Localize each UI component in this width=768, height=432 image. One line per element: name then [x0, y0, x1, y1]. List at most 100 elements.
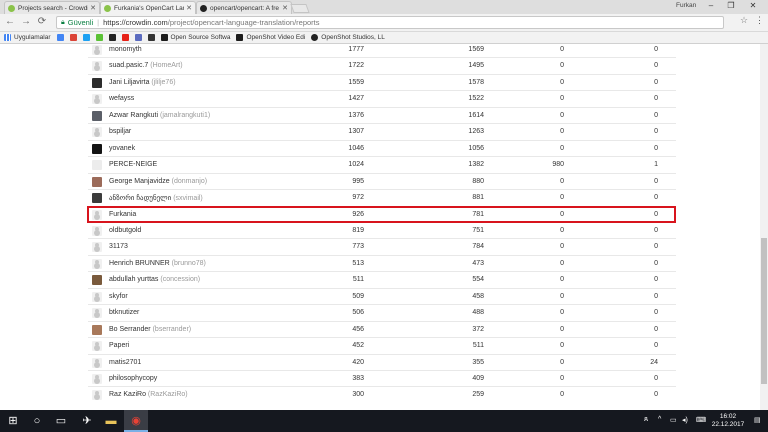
- language-icon[interactable]: ⌨: [696, 416, 706, 424]
- gmail-bookmark-icon[interactable]: [69, 34, 77, 41]
- count-cell-1: 420: [352, 358, 364, 366]
- app-icon[interactable]: ✈: [80, 414, 94, 428]
- lock-icon: 🔒︎: [61, 18, 65, 26]
- youtube-bookmark-icon[interactable]: [121, 34, 129, 41]
- translator-name: Jani Liljavirta (jlilje76): [109, 79, 176, 86]
- browser-tab-furkania-opencart[interactable]: Furkania's OpenCart Lan ✕: [100, 1, 196, 14]
- avatar: [92, 209, 102, 220]
- count-cell-2: 784: [472, 243, 484, 251]
- count-cell-1: 1427: [348, 95, 364, 103]
- table-row: yovanek 1046 1056 0 0: [88, 139, 676, 156]
- profile-name[interactable]: Furkan: [676, 2, 696, 9]
- notifications-icon[interactable]: ▤: [754, 416, 761, 424]
- google-bookmark-icon[interactable]: [56, 34, 64, 41]
- close-tab-icon[interactable]: ✕: [282, 4, 288, 12]
- bookmark-openshot-studios[interactable]: OpenShot Studios, LL: [311, 34, 385, 41]
- minimize-button[interactable]: –: [702, 1, 720, 10]
- browser-menu-icon[interactable]: ⋮: [755, 15, 764, 26]
- github-icon: [311, 34, 319, 41]
- scrollbar-thumb[interactable]: [761, 238, 767, 384]
- chrome-taskbar-button[interactable]: ◉: [124, 410, 148, 432]
- count-cell-3: 0: [560, 259, 564, 267]
- count-cell-3: 0: [560, 309, 564, 317]
- avatar: [92, 242, 102, 253]
- username: (sxvimail): [173, 195, 203, 203]
- report-content: monomyth 1777 1569 0 0 suad.pasic.7 (HomeArt)…: [0, 44, 760, 410]
- display-name: wefayss: [109, 95, 135, 103]
- browser-tab-opencart-github[interactable]: opencart/opencart: A fre ✕: [196, 1, 292, 14]
- table-row: suad.pasic.7 (HomeArt) 1722 1495 0 0: [88, 57, 676, 73]
- openshot-icon: [236, 34, 244, 41]
- url-path: /project/opencart-language-translation/r…: [167, 18, 320, 27]
- count-cell-3: 0: [560, 342, 564, 350]
- bookmark-openshot-video-editor[interactable]: OpenShot Video Edi: [236, 34, 305, 41]
- people-icon[interactable]: ጸ: [644, 416, 648, 424]
- close-tab-icon[interactable]: ✕: [90, 4, 96, 12]
- translator-name: ანზორი ჩადუნელი (sxvimail): [109, 194, 203, 202]
- count-cell-3: 0: [560, 144, 564, 152]
- bookmark-open-source-software[interactable]: Open Source Softwa: [160, 34, 230, 41]
- taskbar-clock[interactable]: 16:02 22.12.2017: [708, 413, 748, 429]
- tray-arrow-icon[interactable]: ^: [658, 416, 661, 423]
- browser-tab-projects-search[interactable]: Projects search - Crowdin ✕: [4, 1, 100, 14]
- address-bar[interactable]: 🔒︎ Güvenli | https://crowdin.com/project…: [56, 16, 724, 29]
- avatar: [92, 61, 102, 72]
- display-name: Henrich BRUNNER: [109, 259, 170, 267]
- forward-arrow-icon[interactable]: →: [20, 16, 32, 28]
- network-icon[interactable]: ▭: [670, 416, 677, 424]
- translator-name: wefayss: [109, 95, 134, 102]
- discord-bookmark-icon[interactable]: [134, 34, 142, 41]
- tab-title: Furkania's OpenCart Lan: [114, 4, 185, 12]
- count-cell-2: 1056: [468, 144, 484, 152]
- restore-button[interactable]: ❐: [722, 1, 740, 10]
- count-cell-4: 0: [654, 194, 658, 202]
- new-tab-button[interactable]: [290, 4, 310, 13]
- count-cell-3: 0: [560, 194, 564, 202]
- count-cell-2: 554: [472, 276, 484, 284]
- display-name: oldbutgold: [109, 226, 142, 234]
- count-cell-3: 0: [560, 210, 564, 218]
- facebook-bookmark-icon[interactable]: [95, 34, 103, 41]
- back-arrow-icon[interactable]: ←: [4, 16, 16, 28]
- bookmark-star-icon[interactable]: ☆: [740, 15, 748, 26]
- count-cell-4: 0: [654, 128, 658, 136]
- table-row: monomyth 1777 1569 0 0: [88, 44, 676, 57]
- file-explorer-icon[interactable]: ▬: [104, 414, 118, 428]
- avatar: [92, 225, 102, 236]
- count-cell-1: 513: [352, 259, 364, 267]
- count-cell-3: 0: [560, 226, 564, 234]
- count-cell-2: 781: [472, 210, 484, 218]
- count-cell-1: 506: [352, 309, 364, 317]
- username: (jlilje76): [151, 78, 176, 86]
- close-tab-icon[interactable]: ✕: [186, 4, 192, 12]
- display-name: Bo Serrander: [109, 325, 151, 333]
- crowdin-favicon-icon: [8, 4, 15, 12]
- task-view-icon[interactable]: ▭: [54, 414, 68, 428]
- avatar: [92, 258, 102, 269]
- count-cell-2: 881: [472, 194, 484, 202]
- search-icon[interactable]: ○: [30, 414, 44, 428]
- translator-name: Henrich BRUNNER (brunno78): [109, 260, 206, 267]
- count-cell-4: 0: [654, 325, 658, 333]
- count-cell-2: 1522: [468, 95, 484, 103]
- github-bookmark-icon[interactable]: [108, 34, 116, 41]
- table-row: Azwar Rangkuti (jamalrangkuti1) 1376 1614 0…: [88, 106, 676, 123]
- apps-bookmark[interactable]: Uygulamalar: [4, 34, 51, 41]
- table-row: philosophycopy 383 409 0 0: [88, 370, 676, 386]
- bookmark-label: OpenShot Video Edi: [246, 34, 306, 41]
- table-row: oldbutgold 819 751 0 0: [88, 221, 676, 238]
- close-window-button[interactable]: ✕: [744, 1, 762, 10]
- dark-bookmark-icon[interactable]: [147, 34, 155, 41]
- count-cell-1: 995: [352, 177, 364, 185]
- count-cell-3: 0: [560, 391, 564, 399]
- count-cell-2: 1578: [468, 78, 484, 86]
- volume-icon[interactable]: ◂): [682, 416, 688, 424]
- avatar: [92, 45, 102, 55]
- avatar: [92, 176, 102, 187]
- table-row: Henrich BRUNNER (brunno78) 513 473 0 0: [88, 254, 676, 271]
- windows-start-icon[interactable]: ⊞: [6, 414, 20, 428]
- display-name: Paperi: [109, 342, 130, 350]
- reload-icon[interactable]: ⟳: [36, 16, 48, 28]
- avatar: [92, 110, 102, 121]
- twitter-bookmark-icon[interactable]: [82, 34, 90, 41]
